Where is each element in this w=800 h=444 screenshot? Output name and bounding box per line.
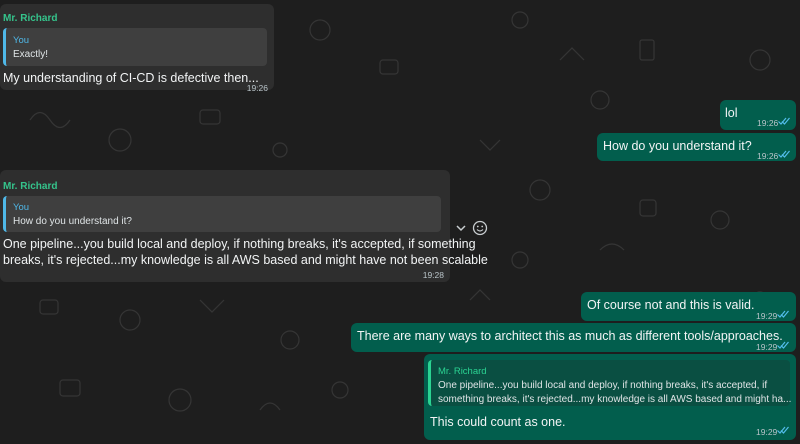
quote-text: Exactly! (13, 49, 49, 60)
read-ticks-icon (777, 341, 789, 349)
sender-name[interactable]: Mr. Richard (3, 178, 57, 195)
read-ticks-icon (778, 117, 790, 125)
emoji-smile-icon[interactable] (472, 220, 488, 236)
message-text: How do you understand it? (603, 139, 752, 153)
message-bubble-outgoing[interactable]: lol 19:26 (720, 100, 796, 130)
message-bubble-incoming[interactable]: Mr. Richard You Exactly! My understandin… (0, 4, 274, 93)
quote-author: Mr. Richard (438, 366, 487, 377)
read-ticks-icon (777, 310, 789, 318)
quoted-message[interactable]: You Exactly! (3, 28, 267, 66)
quote-author: You (13, 35, 30, 46)
message-time: 19:26 (246, 83, 268, 93)
message-text: lol (725, 106, 738, 120)
quote-author: You (13, 202, 30, 213)
quoted-message[interactable]: You How do you understand it? (3, 196, 441, 232)
message-bubble-outgoing[interactable]: How do you understand it? 19:26 (597, 133, 796, 161)
message-bubble-outgoing[interactable]: Mr. Richard One pipeline...you build loc… (424, 354, 796, 440)
message-time: 19:28 (422, 270, 444, 280)
sender-name[interactable]: Mr. Richard (3, 10, 57, 27)
message-text: This could count as one. (430, 415, 566, 429)
message-text-line-2: breaks, it's rejected...my knowledge is … (3, 253, 488, 267)
message-hover-actions (454, 218, 494, 238)
quote-text: How do you understand it? (13, 216, 132, 227)
message-text: There are many ways to architect this as… (357, 329, 783, 343)
read-ticks-icon (777, 426, 789, 434)
message-text-line-1: One pipeline...you build local and deplo… (3, 237, 476, 251)
message-text: Of course not and this is valid. (587, 298, 755, 312)
read-ticks-icon (778, 150, 790, 158)
message-time: 19:26 (757, 151, 779, 161)
message-bubble-incoming[interactable]: Mr. Richard You How do you understand it… (0, 170, 488, 282)
chevron-down-icon[interactable] (454, 221, 468, 235)
quoted-message[interactable]: Mr. Richard One pipeline...you build loc… (428, 360, 792, 406)
quote-text-line-1: One pipeline...you build local and deplo… (438, 380, 768, 391)
quote-text-line-2: something breaks, it's rejected...my kno… (438, 394, 792, 405)
message-bubble-outgoing[interactable]: Of course not and this is valid. 19:29 (581, 292, 796, 321)
message-bubble-outgoing[interactable]: There are many ways to architect this as… (351, 323, 796, 352)
message-text: My understanding of CI-CD is defective t… (3, 71, 259, 85)
message-time: 19:29 (756, 427, 778, 437)
message-time: 19:26 (757, 118, 779, 128)
